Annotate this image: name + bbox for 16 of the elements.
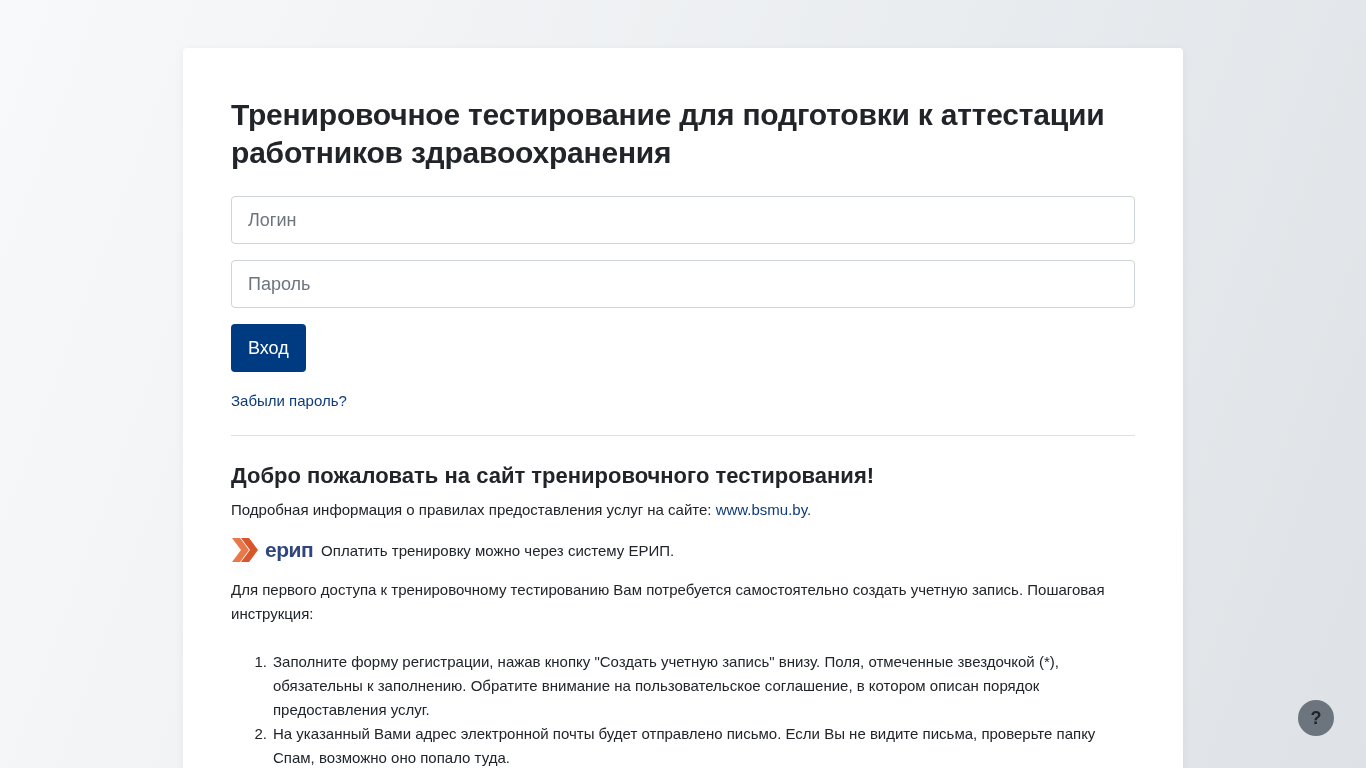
login-field[interactable]: Логин <box>231 196 1135 244</box>
page-title: Тренировочное тестирование для подготовки к аттестации работников здравоохранения <box>231 97 1106 171</box>
forgot-password-link[interactable]: Забыли пароль? <box>231 392 347 409</box>
step-number: 1. <box>253 652 268 672</box>
intro-text: Для первого доступа к тренировочному тестированию Вам потребуется самостоятельно создать учетную запись. Пошаговая инструкция: <box>231 580 1106 624</box>
erip-payment-text: Оплатить тренировку можно через систему ЕРИП. <box>321 541 675 559</box>
login-button[interactable]: Вход <box>231 324 306 372</box>
step-number: 2. <box>253 724 268 744</box>
website-link[interactable]: www.bsmu.by. <box>715 501 812 518</box>
password-field[interactable]: Пароль <box>231 260 1135 308</box>
chevron-logo-icon <box>231 536 259 564</box>
step-text: На указанный Вами адрес электронной почты будет отправлено письмо. Если Вы не видите письма, проверьте папку Спам, возможно оно попало туда. <box>273 724 1097 768</box>
info-text: Подробная информация о правилах предоставления услуг на сайте: www.bsmu.by. <box>231 500 813 520</box>
welcome-heading: Добро пожаловать на сайт тренировочного тестирования! <box>231 462 876 490</box>
erip-logo-text: ерип <box>265 538 314 562</box>
step-text: Заполните форму регистрации, нажав кнопку "Создать учетную запись" внизу. Поля, отмеченные звездочкой (*), обязательны к заполнению. Обратите внимание на пользовательское соглашение, в котором описан порядок предоставления услуг. <box>273 652 1060 720</box>
